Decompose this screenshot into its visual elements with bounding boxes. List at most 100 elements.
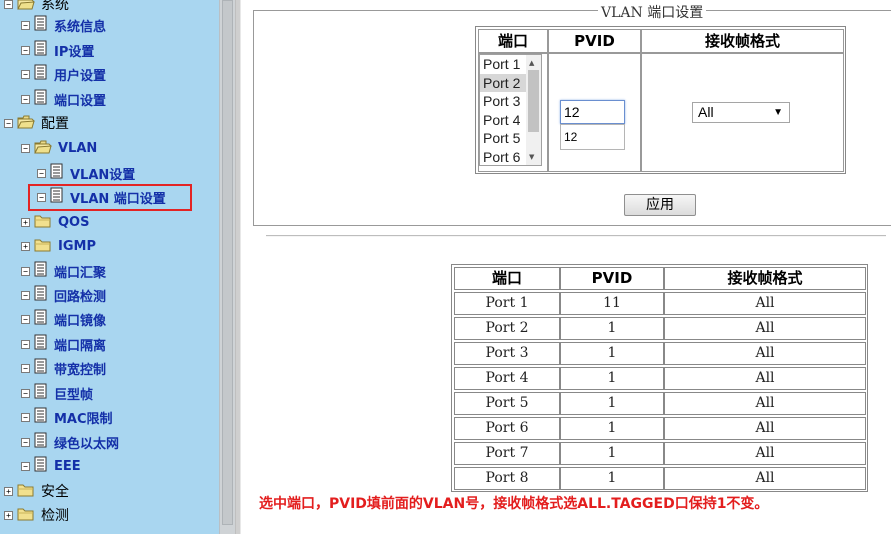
collapse-icon[interactable]: − xyxy=(21,363,30,373)
listbox-scrollbar[interactable]: ▲ ▼ xyxy=(526,55,541,165)
tree-item[interactable]: + QOS xyxy=(21,211,89,233)
tree-item[interactable]: − IP设置 xyxy=(21,39,94,61)
expand-icon[interactable]: + xyxy=(4,510,13,520)
frame-splitter[interactable] xyxy=(235,0,241,534)
document-icon xyxy=(34,64,48,85)
collapse-icon[interactable]: − xyxy=(21,69,30,79)
status-cell: Port 8 xyxy=(454,467,560,490)
collapse-icon[interactable]: − xyxy=(21,437,30,447)
status-cell: 1 xyxy=(560,417,664,440)
fieldset-legend: VLAN 端口设置 xyxy=(598,2,707,22)
tree-item[interactable]: − 用户设置 xyxy=(21,63,106,85)
status-cell: 1 xyxy=(560,442,664,465)
document-icon xyxy=(34,334,48,355)
tree-item-label[interactable]: MAC限制 xyxy=(54,408,113,427)
header-pvid: PVID xyxy=(548,29,641,53)
tree-item-label[interactable]: VLAN设置 xyxy=(70,164,135,183)
tree-item[interactable]: − 巨型帧 xyxy=(21,382,93,404)
tree-item-label[interactable]: 带宽控制 xyxy=(54,359,106,378)
tree-scrollbar[interactable] xyxy=(219,0,235,534)
collapse-icon[interactable]: − xyxy=(4,0,13,9)
document-icon xyxy=(34,89,48,110)
dropdown-arrow-icon: ▼ xyxy=(773,107,783,118)
open-folder-icon xyxy=(17,114,35,133)
tree-item-label[interactable]: 配置 xyxy=(41,113,69,133)
frame-format-select[interactable]: All ▼ xyxy=(692,102,790,123)
collapse-icon[interactable]: − xyxy=(21,412,30,422)
status-cell: 11 xyxy=(560,292,664,315)
closed-folder-icon xyxy=(34,237,52,256)
scrollbar-thumb[interactable] xyxy=(222,0,233,525)
tree-item[interactable]: − EEE xyxy=(21,455,81,477)
port-option[interactable]: Port 3 xyxy=(480,92,527,111)
tree-item-label[interactable]: 用户设置 xyxy=(54,65,106,84)
tree-item[interactable]: − 绿色以太网 xyxy=(21,431,119,453)
tree-item-label[interactable]: 端口镜像 xyxy=(54,310,106,329)
tree-item[interactable]: − 系统 xyxy=(4,0,69,15)
collapse-icon[interactable]: − xyxy=(21,94,30,104)
pvid-input[interactable] xyxy=(560,100,625,124)
tree-item-label[interactable]: 端口汇聚 xyxy=(54,262,106,281)
collapse-icon[interactable]: − xyxy=(21,339,30,349)
tree-item[interactable]: + IGMP xyxy=(21,235,96,257)
document-icon xyxy=(34,309,48,330)
scroll-up-icon[interactable]: ▲ xyxy=(529,59,534,67)
tree-item-label[interactable]: VLAN xyxy=(58,141,97,156)
selection-highlight-box xyxy=(28,184,192,211)
pvid-autocomplete-suggestion[interactable]: 12 xyxy=(560,124,625,150)
expand-icon[interactable]: + xyxy=(21,241,30,251)
collapse-icon[interactable]: − xyxy=(21,388,30,398)
tree-item-label[interactable]: 安全 xyxy=(41,481,69,501)
collapse-icon[interactable]: − xyxy=(21,266,30,276)
collapse-icon[interactable]: − xyxy=(21,290,30,300)
port-listbox[interactable]: Port 1 Port 2 Port 3 Port 4 Port 5 Port 6 ▲ ▼ xyxy=(479,54,542,166)
tree-item[interactable]: − 回路检测 xyxy=(21,284,106,306)
tree-item-label[interactable]: 检测 xyxy=(41,505,69,525)
tree-item-label[interactable]: 系统信息 xyxy=(54,16,106,35)
document-icon xyxy=(34,285,48,306)
collapse-icon[interactable]: − xyxy=(21,314,30,324)
expand-icon[interactable]: + xyxy=(21,217,30,227)
tree-item-label[interactable]: 端口隔离 xyxy=(54,335,106,354)
tree-item[interactable]: − 配置 xyxy=(4,112,69,134)
tree-item[interactable]: − 端口隔离 xyxy=(21,333,106,355)
apply-button[interactable]: 应用 xyxy=(624,194,696,216)
port-option[interactable]: Port 4 xyxy=(480,111,527,130)
tree-item[interactable]: − 端口汇聚 xyxy=(21,260,106,282)
tree-item[interactable]: + 检测 xyxy=(4,504,69,526)
tree-item-label[interactable]: IGMP xyxy=(58,239,96,254)
tree-item[interactable]: − 带宽控制 xyxy=(21,357,106,379)
tree-item-label[interactable]: EEE xyxy=(54,459,81,474)
listbox-scroll-thumb[interactable] xyxy=(528,70,539,132)
tree-item[interactable]: + 安全 xyxy=(4,480,69,502)
expand-icon[interactable]: + xyxy=(4,486,13,496)
scroll-down-icon[interactable]: ▼ xyxy=(529,153,534,161)
collapse-icon[interactable]: − xyxy=(21,45,30,55)
status-cell: Port 5 xyxy=(454,392,560,415)
tree-item[interactable]: − 端口设置 xyxy=(21,88,106,110)
port-option[interactable]: Port 1 xyxy=(480,55,527,74)
document-icon xyxy=(34,358,48,379)
tree-item[interactable]: − MAC限制 xyxy=(21,406,113,428)
tree-item[interactable]: − VLAN xyxy=(21,137,97,159)
tree-item-label[interactable]: 端口设置 xyxy=(54,90,106,109)
collapse-icon[interactable]: − xyxy=(21,461,30,471)
tree-item-label[interactable]: IP设置 xyxy=(54,41,94,60)
tree-item[interactable]: − VLAN设置 xyxy=(37,162,135,184)
port-option[interactable]: Port 2 xyxy=(480,73,527,92)
tree-item-label[interactable]: 绿色以太网 xyxy=(54,433,119,452)
port-option[interactable]: Port 6 xyxy=(480,148,527,166)
port-option[interactable]: Port 5 xyxy=(480,129,527,148)
document-icon xyxy=(34,456,48,477)
collapse-icon[interactable]: − xyxy=(21,143,30,153)
collapse-icon[interactable]: − xyxy=(21,20,30,30)
tree-item-label[interactable]: 系统 xyxy=(41,0,69,14)
tree-item-label[interactable]: QOS xyxy=(58,215,89,230)
collapse-icon[interactable]: − xyxy=(4,118,13,128)
tree-item-label[interactable]: 巨型帧 xyxy=(54,384,93,403)
collapse-icon[interactable]: − xyxy=(37,168,46,178)
tree-item[interactable]: − 系统信息 xyxy=(21,14,106,36)
tree-item[interactable]: − 端口镜像 xyxy=(21,308,106,330)
header-port: 端口 xyxy=(478,29,548,53)
tree-item-label[interactable]: 回路检测 xyxy=(54,286,106,305)
